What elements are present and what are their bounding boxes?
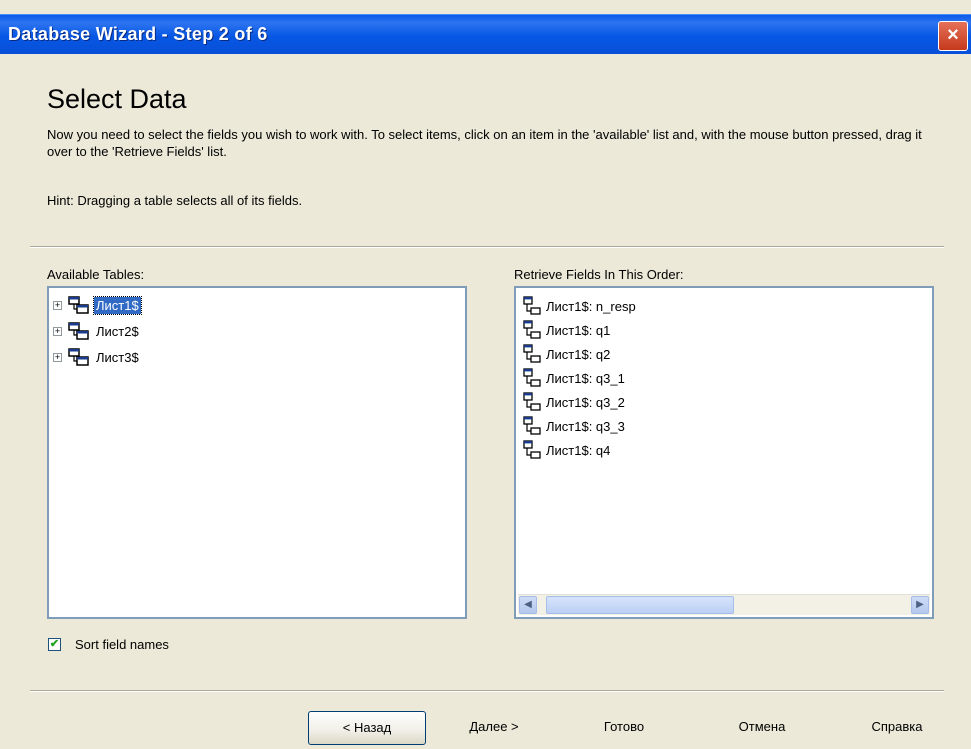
arrow-right-icon: ▶ <box>916 599 924 610</box>
tree-item-table[interactable]: + Лист3$ <box>53 346 141 368</box>
field-name: Лист1$: q4 <box>546 442 611 458</box>
field-name: Лист1$: n_resp <box>546 298 636 314</box>
page-title: Select Data <box>47 84 187 114</box>
field-list-item[interactable]: Лист1$: q2 <box>522 342 610 366</box>
hint-text: Hint: Dragging a table selects all of it… <box>47 193 303 208</box>
field-list-item[interactable]: Лист1$: q3_1 <box>522 366 625 390</box>
next-button[interactable]: Далее > <box>440 711 548 745</box>
field-name: Лист1$: q2 <box>546 346 611 362</box>
close-button[interactable]: × <box>938 21 968 51</box>
retrieve-fields-list[interactable]: Лист1$: q4 Лист1$: q3_3 Лист1$: q3_2 Лист1$… <box>514 286 934 619</box>
field-icon <box>523 416 541 435</box>
field-list-item[interactable]: Лист1$: n_resp <box>522 294 636 318</box>
tree-item-table[interactable]: + Лист1$ <box>53 294 142 316</box>
expand-icon[interactable]: + <box>53 326 62 336</box>
cancel-button[interactable]: Отмена <box>703 711 821 745</box>
table-icon <box>68 296 89 314</box>
footer-divider <box>30 690 944 692</box>
available-tables-label: Available Tables: <box>47 267 145 282</box>
table-icon <box>68 348 89 366</box>
table-name: Лист1$ <box>93 295 142 315</box>
field-name: Лист1$: q3_2 <box>546 394 625 410</box>
horizontal-scrollbar[interactable]: ◀ ▶ <box>518 594 930 615</box>
sort-field-names-checkbox[interactable]: ✔ <box>48 638 61 651</box>
table-name: Лист2$ <box>96 323 139 339</box>
expand-icon[interactable]: + <box>53 300 62 310</box>
field-icon <box>523 440 541 459</box>
field-name: Лист1$: q1 <box>546 322 611 338</box>
field-icon <box>523 392 541 411</box>
field-name: Лист1$: q3_1 <box>546 370 625 386</box>
arrow-left-icon: ◀ <box>524 599 532 610</box>
tree-item-table[interactable]: + Лист2$ <box>53 320 141 342</box>
instructions-text: Now you need to select the fields you wi… <box>47 127 922 159</box>
window-title: Database Wizard - Step 2 of 6 <box>8 24 268 44</box>
field-list-item[interactable]: Лист1$: q1 <box>522 318 610 342</box>
field-icon <box>523 320 541 339</box>
field-icon <box>523 344 541 363</box>
scrollbar-thumb[interactable] <box>546 596 734 614</box>
field-list-item[interactable]: Лист1$: q4 <box>522 438 610 462</box>
close-icon: × <box>947 24 959 46</box>
expand-icon[interactable]: + <box>53 352 62 362</box>
table-name: Лист3$ <box>96 349 139 365</box>
available-tables-list[interactable]: + Лист1$ + Лист2$ + Лист3$ <box>47 286 467 619</box>
help-button[interactable]: Справка <box>838 711 956 745</box>
checkmark-icon: ✔ <box>49 638 60 650</box>
field-name: Лист1$: q3_3 <box>546 418 625 434</box>
finish-button[interactable]: Готово <box>563 711 685 745</box>
field-list-item[interactable]: Лист1$: q3_3 <box>522 414 625 438</box>
sort-field-names-label: Sort field names <box>75 637 169 652</box>
table-icon <box>68 322 89 340</box>
title-bar: Database Wizard - Step 2 of 6 × <box>0 14 971 54</box>
scroll-right-button[interactable]: ▶ <box>911 596 929 614</box>
scroll-left-button[interactable]: ◀ <box>519 596 537 614</box>
field-icon <box>523 368 541 387</box>
field-list-item[interactable]: Лист1$: q3_2 <box>522 390 625 414</box>
retrieve-fields-label: Retrieve Fields In This Order: <box>514 267 684 282</box>
field-icon <box>523 296 541 315</box>
back-button[interactable]: < Назад <box>308 711 426 745</box>
header-divider <box>30 246 944 248</box>
